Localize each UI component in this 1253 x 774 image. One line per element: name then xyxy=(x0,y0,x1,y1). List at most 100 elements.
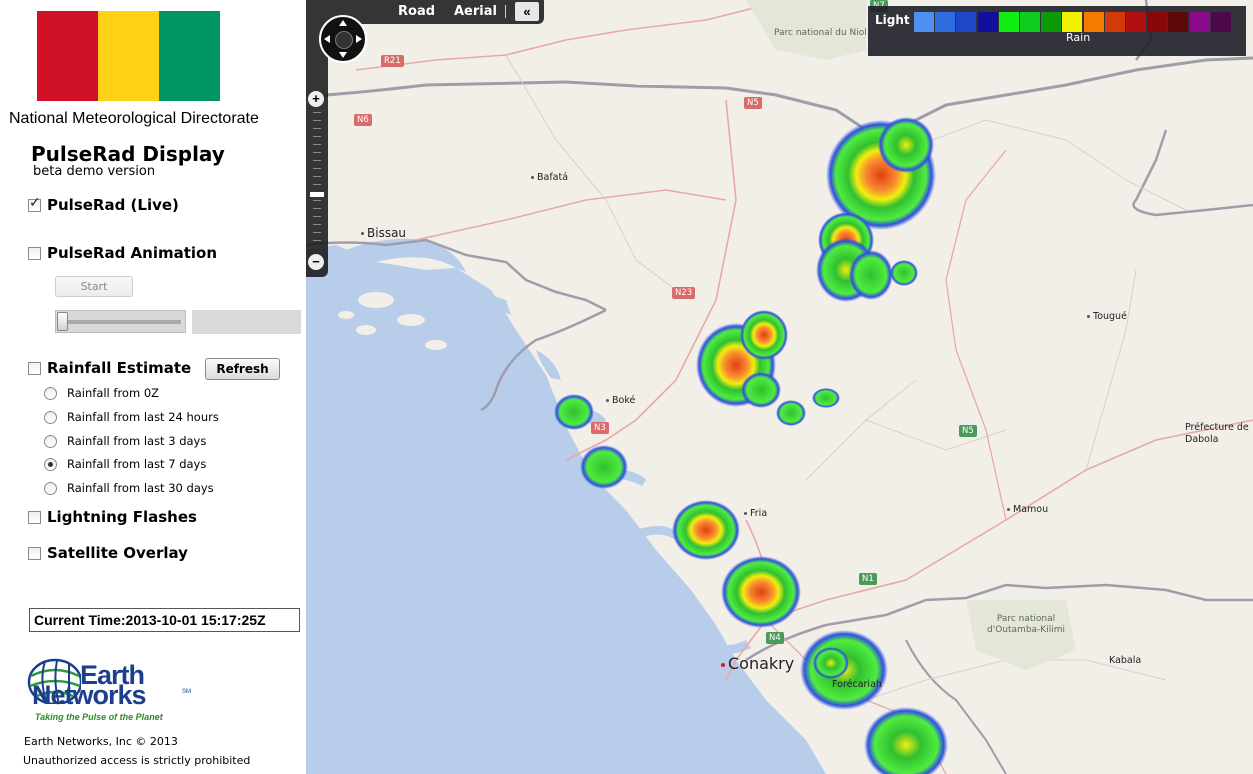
legend-swatch xyxy=(1104,12,1125,32)
legend-intensity-label: Light xyxy=(875,13,910,27)
rainfall-range-label: Rainfall from last 3 days xyxy=(67,434,207,448)
legend-swatch xyxy=(998,12,1019,32)
pulserad-live-option[interactable]: PulseRad (Live) xyxy=(28,195,179,214)
pulserad-animation-label: PulseRad Animation xyxy=(47,244,218,262)
flag-stripe-red xyxy=(37,11,98,101)
animation-frame-display xyxy=(192,310,301,334)
place-boke: Boké xyxy=(606,395,635,406)
place-dot xyxy=(606,399,609,402)
zoom-slider-thumb[interactable] xyxy=(310,192,324,197)
place-bafata: Bafatá xyxy=(531,172,568,183)
road-view-tab[interactable]: Road xyxy=(398,4,435,19)
legend-swatch xyxy=(1168,12,1189,32)
legend-type-label: Rain xyxy=(1066,31,1091,44)
rainfall-range-0z[interactable]: Rainfall from 0Z xyxy=(44,386,159,400)
place-fria: Fria xyxy=(744,508,767,519)
access-notice: Unauthorized access is strictly prohibit… xyxy=(23,754,251,767)
lightning-flashes-option[interactable]: Lightning Flashes xyxy=(28,508,197,526)
guinea-flag xyxy=(37,11,220,101)
rainfall-range-label: Rainfall from 0Z xyxy=(67,386,160,400)
flag-stripe-yellow xyxy=(98,11,159,101)
animation-start-button[interactable]: Start xyxy=(55,276,133,297)
rainfall-range-label: Rainfall from last 24 hours xyxy=(67,410,219,424)
legend-swatch xyxy=(1020,12,1040,32)
zoom-in-button[interactable]: + xyxy=(308,91,324,107)
place-dabola: Préfecture de Dabola xyxy=(1185,422,1253,446)
aerial-view-tab[interactable]: Aerial xyxy=(454,4,497,19)
pulserad-animation-checkbox[interactable] xyxy=(28,246,41,260)
legend-swatch xyxy=(1147,12,1168,32)
rainfall-estimate-checkbox[interactable] xyxy=(28,361,41,375)
legend-swatch xyxy=(914,12,934,32)
road-shield: N23 xyxy=(672,287,696,299)
place-forecariah: Forécariah xyxy=(832,679,882,690)
place-dot xyxy=(361,232,364,235)
logo-word-networks: Networks xyxy=(32,680,147,710)
place-label: Mamou xyxy=(1013,504,1049,515)
radar-map[interactable]: Bafatá Bissau Boké Fria Conakry Forécari… xyxy=(306,0,1253,774)
place-label: Préfecture de Dabola xyxy=(1185,422,1249,445)
place-label: Fria xyxy=(750,508,768,519)
place-label: Kabala xyxy=(1109,655,1142,666)
slider-thumb[interactable] xyxy=(57,312,68,331)
pulserad-animation-option[interactable]: PulseRad Animation xyxy=(28,244,217,262)
place-mamou: Mamou xyxy=(1007,504,1048,515)
app-title: PulseRad Display xyxy=(31,142,225,166)
rainfall-range-7d[interactable]: Rainfall from last 7 days xyxy=(44,457,206,471)
legend-swatch xyxy=(1126,12,1146,32)
legend-swatch xyxy=(1210,12,1231,32)
place-dot xyxy=(1007,508,1010,511)
rainfall-range-radio[interactable] xyxy=(44,481,57,495)
collapse-button[interactable]: « xyxy=(515,2,539,21)
app-subtitle: beta demo version xyxy=(33,164,156,179)
pulserad-live-checkbox[interactable] xyxy=(28,195,41,212)
road-shield: N4 xyxy=(766,632,784,644)
rainfall-range-radio[interactable] xyxy=(44,434,57,448)
slider-track xyxy=(60,320,181,324)
satellite-overlay-checkbox[interactable] xyxy=(28,546,41,560)
place-label: Tougué xyxy=(1093,311,1127,322)
place-label: Bafatá xyxy=(537,172,569,183)
rainfall-range-radio[interactable] xyxy=(44,457,57,471)
legend-swatch xyxy=(977,12,998,32)
road-shield: N1 xyxy=(859,573,877,585)
legend-swatch xyxy=(1189,12,1210,32)
organization-name: National Meteorological Directorate xyxy=(9,110,259,127)
compass-icon[interactable] xyxy=(319,15,367,63)
place-label: Bissau xyxy=(367,226,407,240)
lightning-flashes-checkbox[interactable] xyxy=(28,510,41,524)
lightning-flashes-label: Lightning Flashes xyxy=(47,508,197,526)
rainfall-range-3d[interactable]: Rainfall from last 3 days xyxy=(44,434,206,448)
control-sidebar: National Meteorological Directorate Puls… xyxy=(0,0,306,774)
animation-time-slider[interactable] xyxy=(55,310,186,333)
rainfall-range-label: Rainfall from last 7 days xyxy=(67,457,207,471)
place-tougue: Tougué xyxy=(1087,311,1127,322)
satellite-overlay-option[interactable]: Satellite Overlay xyxy=(28,544,188,562)
place-label: Forécariah xyxy=(832,679,882,690)
place-kabala: Kabala xyxy=(1109,655,1141,666)
rainfall-estimate-label: Rainfall Estimate xyxy=(47,359,192,377)
rainfall-range-30d[interactable]: Rainfall from last 30 days xyxy=(44,481,214,495)
road-shield: N5 xyxy=(744,97,762,109)
refresh-button[interactable]: Refresh xyxy=(205,358,280,380)
zoom-track[interactable] xyxy=(313,112,321,252)
legend-swatch xyxy=(1062,12,1083,32)
bar-divider xyxy=(505,5,506,18)
road-shield: N6 xyxy=(354,114,372,126)
capital-dot xyxy=(721,662,725,667)
rainfall-range-radio[interactable] xyxy=(44,410,57,424)
copyright-text: Earth Networks, Inc © 2013 xyxy=(24,735,178,748)
rainfall-range-radio[interactable] xyxy=(44,386,57,400)
rainfall-range-24h[interactable]: Rainfall from last 24 hours xyxy=(44,410,219,424)
flag-stripe-green xyxy=(159,11,220,101)
compass-arrows xyxy=(324,20,362,58)
logo-service-mark: SM xyxy=(182,689,191,695)
place-label: Conakry xyxy=(728,654,795,673)
place-dot xyxy=(1087,315,1090,318)
zoom-out-button[interactable]: − xyxy=(308,254,324,270)
road-shield: N5 xyxy=(959,425,977,437)
park-niokolo: Parc national du Niol xyxy=(774,28,867,38)
rainfall-range-label: Rainfall from last 30 days xyxy=(67,481,214,495)
place-dot xyxy=(531,176,534,179)
rainfall-estimate-option[interactable]: Rainfall Estimate xyxy=(28,359,191,377)
